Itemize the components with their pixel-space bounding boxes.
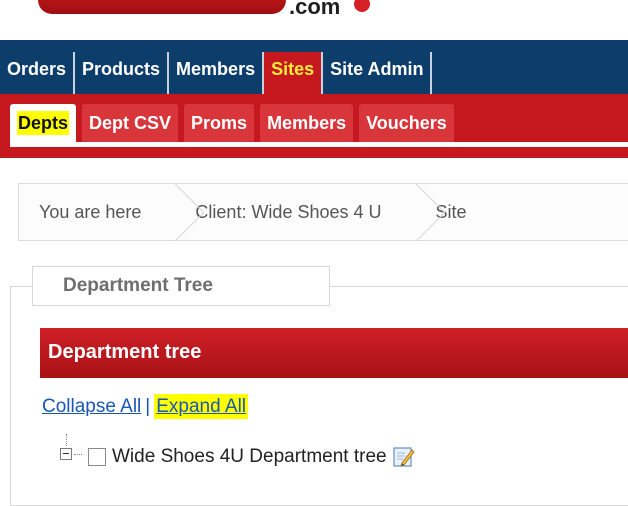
sub-nav-tab-members[interactable]: Members — [260, 104, 354, 142]
tree-root-node: Wide Shoes 4U Department tree — [60, 446, 415, 468]
expand-all-link[interactable]: Expand All — [154, 394, 249, 419]
panel-heading: Department tree — [40, 328, 628, 378]
logo-text: .com — [289, 0, 341, 19]
fieldset-legend: Department Tree — [32, 266, 330, 306]
main-nav-tab-site-admin[interactable]: Site Admin — [323, 52, 431, 94]
sub-nav-tab-vouchers[interactable]: Vouchers — [359, 104, 454, 142]
main-nav-tab-products[interactable]: Products — [75, 52, 168, 94]
breadcrumb-chevron-icon — [161, 183, 175, 241]
sub-nav-tab-dept-csv[interactable]: Dept CSV — [82, 104, 179, 142]
tree-node-label[interactable]: Wide Shoes 4U Department tree — [112, 446, 387, 468]
main-nav-tab-orders[interactable]: Orders — [0, 52, 74, 94]
link-separator: | — [145, 396, 151, 417]
collapse-all-link[interactable]: Collapse All — [42, 396, 141, 417]
sub-nav: Depts Dept CSV Proms Members Vouchers — [0, 94, 628, 158]
breadcrumb-item-client[interactable]: Client: Wide Shoes 4 U — [175, 202, 401, 223]
tree-actions: Collapse All | Expand All — [42, 394, 249, 419]
site-logo: .com — [0, 0, 628, 38]
tree-node-checkbox[interactable] — [88, 448, 106, 466]
sub-nav-tab-depts[interactable]: Depts — [10, 104, 77, 142]
sub-nav-tab-proms[interactable]: Proms — [184, 104, 255, 142]
breadcrumb: You are here Client: Wide Shoes 4 U Site — [18, 183, 628, 241]
sub-nav-baseline — [10, 142, 628, 147]
main-nav: Orders Products Members Sites Site Admin — [0, 40, 628, 94]
logo-dot-icon — [354, 0, 370, 12]
sub-nav-tab-label: Depts — [17, 111, 70, 135]
breadcrumb-chevron-icon — [402, 183, 416, 241]
main-nav-tab-members[interactable]: Members — [169, 52, 263, 94]
edit-pencil-icon[interactable] — [393, 446, 415, 468]
main-nav-tab-sites[interactable]: Sites — [264, 52, 322, 94]
minus-box-icon[interactable] — [60, 448, 72, 460]
breadcrumb-label: You are here — [39, 201, 142, 222]
logo-graphic — [38, 0, 286, 14]
